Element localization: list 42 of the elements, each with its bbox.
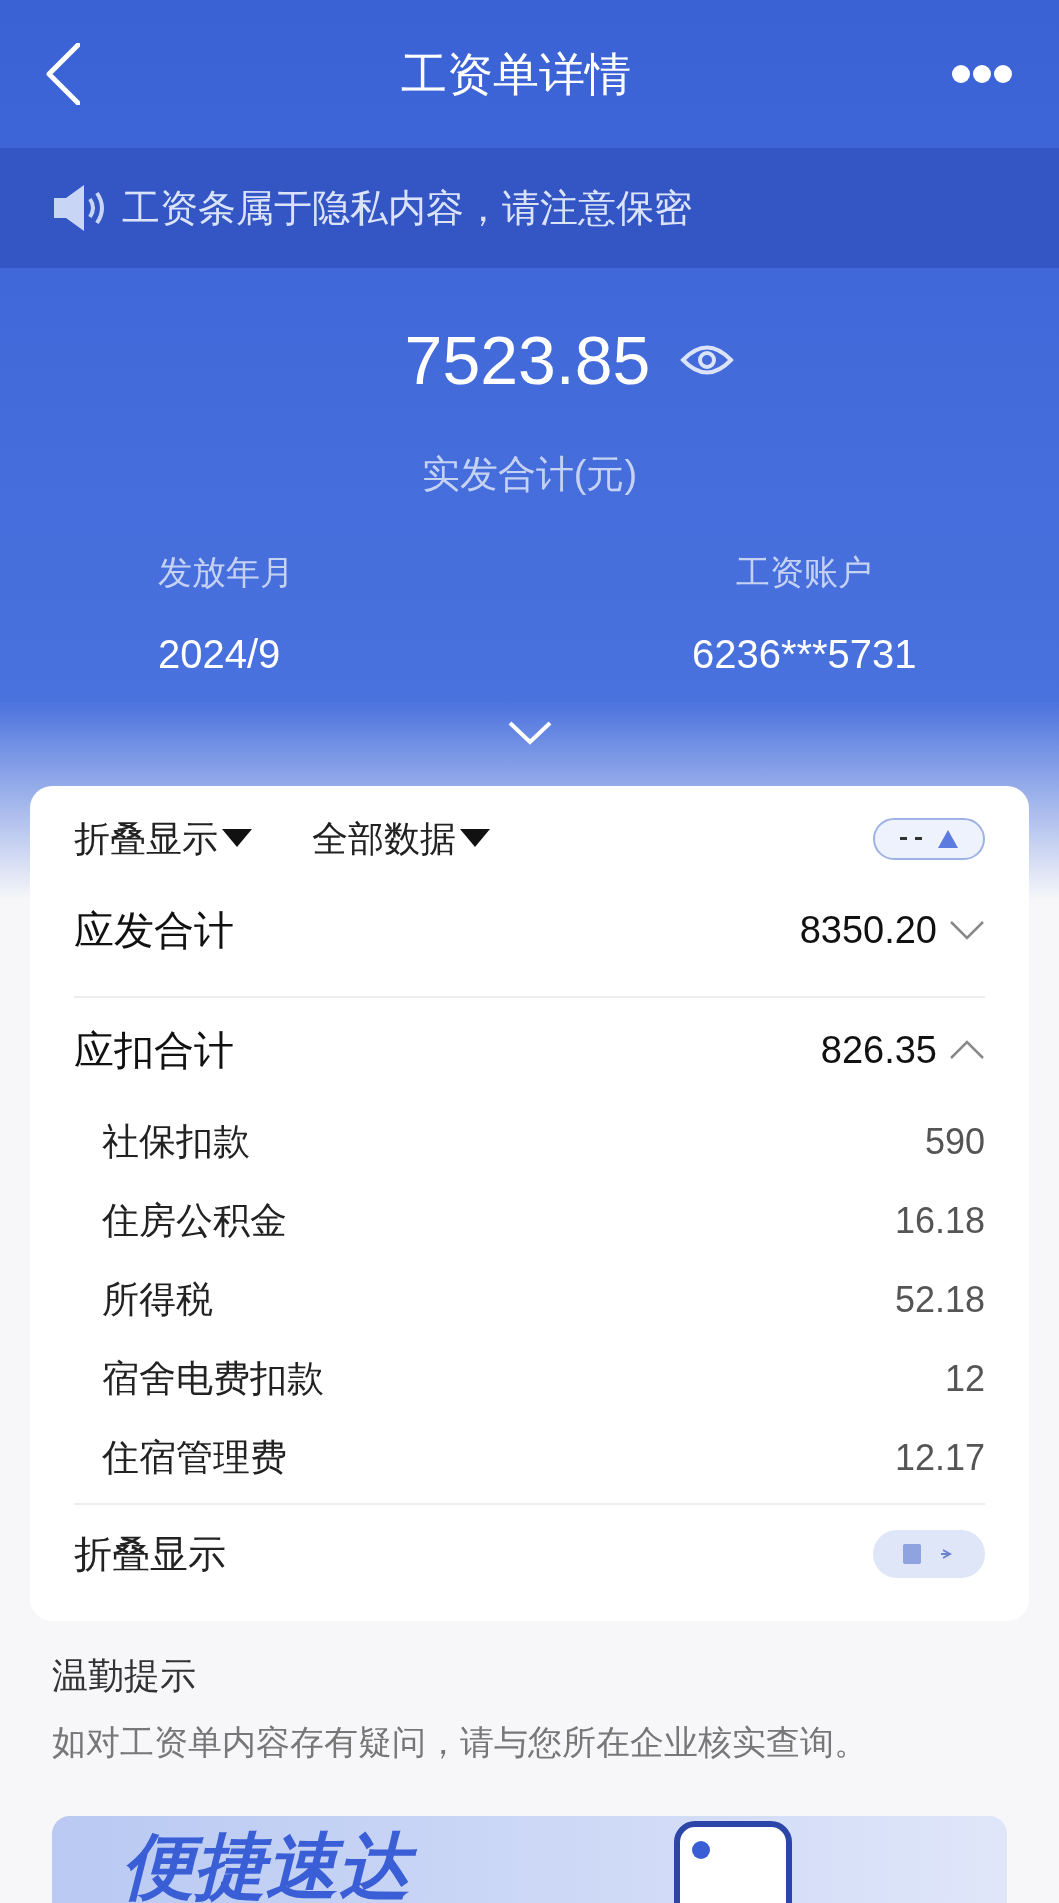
- info-label: 工资账户: [736, 552, 873, 593]
- promo-banner[interactable]: 便捷速达: [52, 1816, 1007, 1903]
- caret-icon: [460, 829, 490, 849]
- deduction-label: 宿舍电费扣款: [102, 1356, 324, 1401]
- tips-title: 温勤提示: [52, 1654, 197, 1698]
- filter-dropdown[interactable]: 全部数据: [312, 812, 490, 866]
- triangle-icon: [938, 830, 958, 848]
- info-value: 6236***5731: [691, 631, 917, 678]
- info-label: 发放年月: [158, 552, 294, 593]
- filter-dropdown[interactable]: 折叠显示: [74, 812, 252, 866]
- section-label: 应扣合计: [74, 1027, 234, 1074]
- view-toggle[interactable]: [873, 818, 985, 860]
- deduction-label: 住房公积金: [102, 1198, 287, 1243]
- expand-chevron-icon[interactable]: [506, 720, 553, 746]
- banner-title: 便捷速达: [116, 1820, 434, 1903]
- info-value: 2024/9: [158, 631, 281, 678]
- privacy-notice: 工资条属于隐私内容，请注意保密: [122, 185, 692, 231]
- deduction-value: 16.18: [894, 1198, 985, 1243]
- back-icon[interactable]: [46, 43, 80, 105]
- deduction-value: 52.18: [894, 1277, 985, 1322]
- more-icon[interactable]: [951, 64, 1013, 84]
- net-pay-label: 实发合计(元): [421, 452, 638, 497]
- section-label: 应发合计: [74, 907, 234, 954]
- section-total: 8350.20: [799, 907, 937, 953]
- deduction-value: 12: [944, 1356, 985, 1401]
- net-pay-amount: 7523.85: [404, 326, 651, 394]
- tips-text: 如对工资单内容存有疑问，请与您所在企业核实查询。: [52, 1722, 869, 1763]
- collapse-chevron-icon[interactable]: [949, 1040, 985, 1060]
- deduction-value: 590: [924, 1119, 985, 1164]
- eye-icon[interactable]: [680, 343, 735, 377]
- caret-icon: [222, 829, 252, 849]
- deduction-value: 12.17: [894, 1435, 985, 1480]
- expand-chevron-icon[interactable]: [949, 920, 985, 940]
- square-icon: [903, 1544, 921, 1564]
- deduction-label: 社保扣款: [102, 1119, 250, 1164]
- deduction-label: 住宿管理费: [102, 1435, 287, 1480]
- deduction-label: 所得税: [102, 1277, 213, 1322]
- page-title: 工资单详情: [400, 46, 631, 102]
- section-total: 826.35: [820, 1027, 937, 1073]
- collapse-toggle[interactable]: [873, 1530, 985, 1578]
- collapse-label: 折叠显示: [74, 1531, 226, 1577]
- dashes-icon: [900, 837, 922, 841]
